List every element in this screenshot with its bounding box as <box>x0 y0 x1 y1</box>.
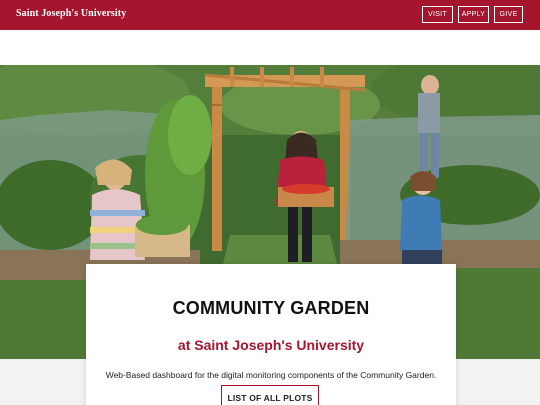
page-title: COMMUNITY GARDEN <box>172 298 370 318</box>
header-spacer <box>0 30 540 65</box>
intro-card: COMMUNITY GARDEN at Saint Joseph's Unive… <box>86 264 456 405</box>
page-subtitle: at Saint Joseph's University <box>177 337 365 353</box>
university-brand-link[interactable]: Saint Joseph's University <box>16 8 126 19</box>
nav-give-button[interactable]: GIVE <box>494 6 523 23</box>
list-all-plots-button[interactable]: LIST OF ALL PLOTS <box>221 385 319 405</box>
page-description: Web-Based dashboard for the digital moni… <box>105 370 437 380</box>
top-navbar: Saint Joseph's University VISIT APPLY GI… <box>0 0 540 30</box>
nav-visit-button[interactable]: VISIT <box>422 6 453 23</box>
nav-apply-button[interactable]: APPLY <box>458 6 489 23</box>
